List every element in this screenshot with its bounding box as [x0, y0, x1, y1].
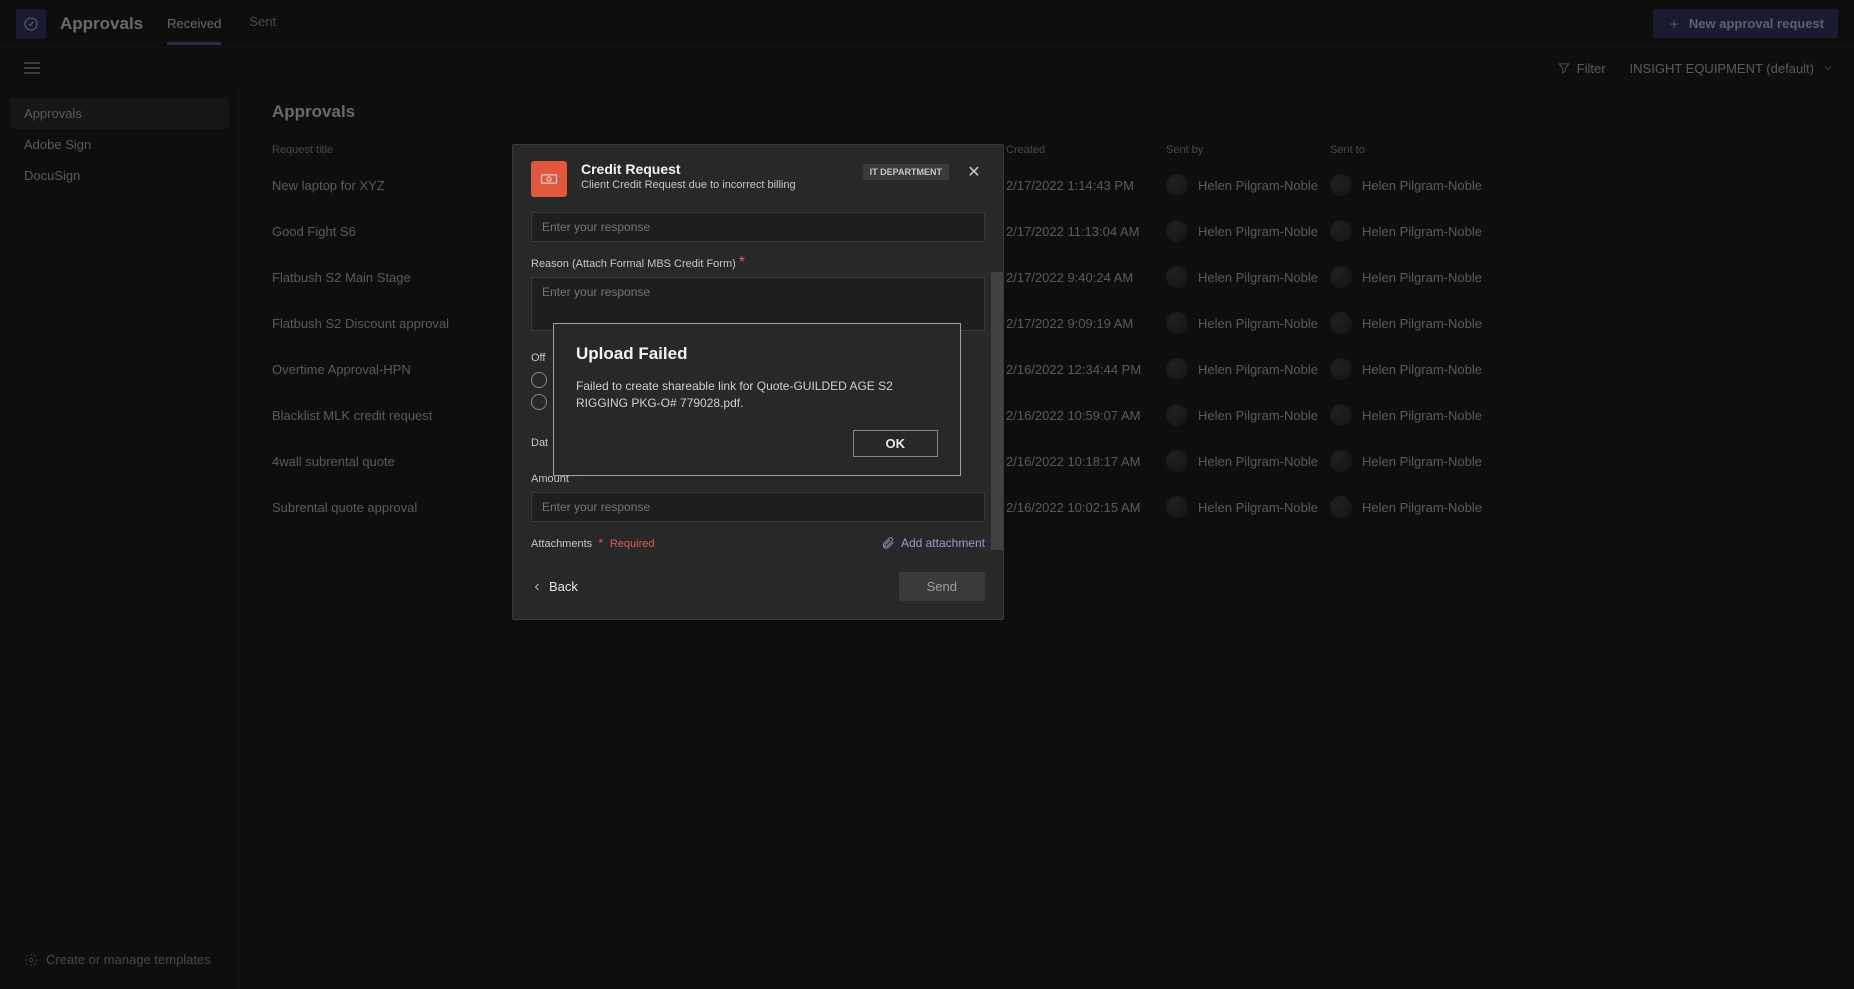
- modal-scrollbar[interactable]: [991, 272, 1003, 550]
- send-button[interactable]: Send: [899, 572, 985, 601]
- modal-header: Credit Request Client Credit Request due…: [513, 145, 1003, 207]
- attachments-label: Attachments: [531, 538, 592, 550]
- amount-input[interactable]: [531, 492, 985, 522]
- alert-body: Failed to create shareable link for Quot…: [576, 378, 938, 412]
- back-label: Back: [549, 579, 578, 594]
- upload-failed-alert: Upload Failed Failed to create shareable…: [553, 323, 961, 476]
- radio-icon: [531, 372, 547, 388]
- alert-title: Upload Failed: [576, 344, 938, 364]
- modal-footer: Back Send: [513, 550, 1003, 601]
- required-tag: Required: [610, 538, 655, 550]
- alert-ok-button[interactable]: OK: [853, 430, 939, 457]
- date-label-partial: Dat: [531, 437, 548, 449]
- modal-title: Credit Request: [581, 161, 849, 177]
- reason-label: Reason (Attach Formal MBS Credit Form): [531, 258, 736, 270]
- modal-subtitle: Client Credit Request due to incorrect b…: [581, 179, 849, 191]
- back-button[interactable]: Back: [531, 579, 578, 594]
- response-input-top[interactable]: [531, 212, 985, 242]
- close-icon[interactable]: ✕: [963, 161, 985, 183]
- radio-icon: [531, 394, 547, 410]
- office-label-partial: Off: [531, 352, 545, 364]
- add-attachment-button[interactable]: Add attachment: [881, 536, 985, 550]
- modal-template-icon: [531, 161, 567, 197]
- modal-badge: IT DEPARTMENT: [863, 164, 949, 180]
- chevron-left-icon: [531, 581, 543, 593]
- add-attachment-label: Add attachment: [901, 536, 985, 550]
- paperclip-icon: [881, 536, 895, 550]
